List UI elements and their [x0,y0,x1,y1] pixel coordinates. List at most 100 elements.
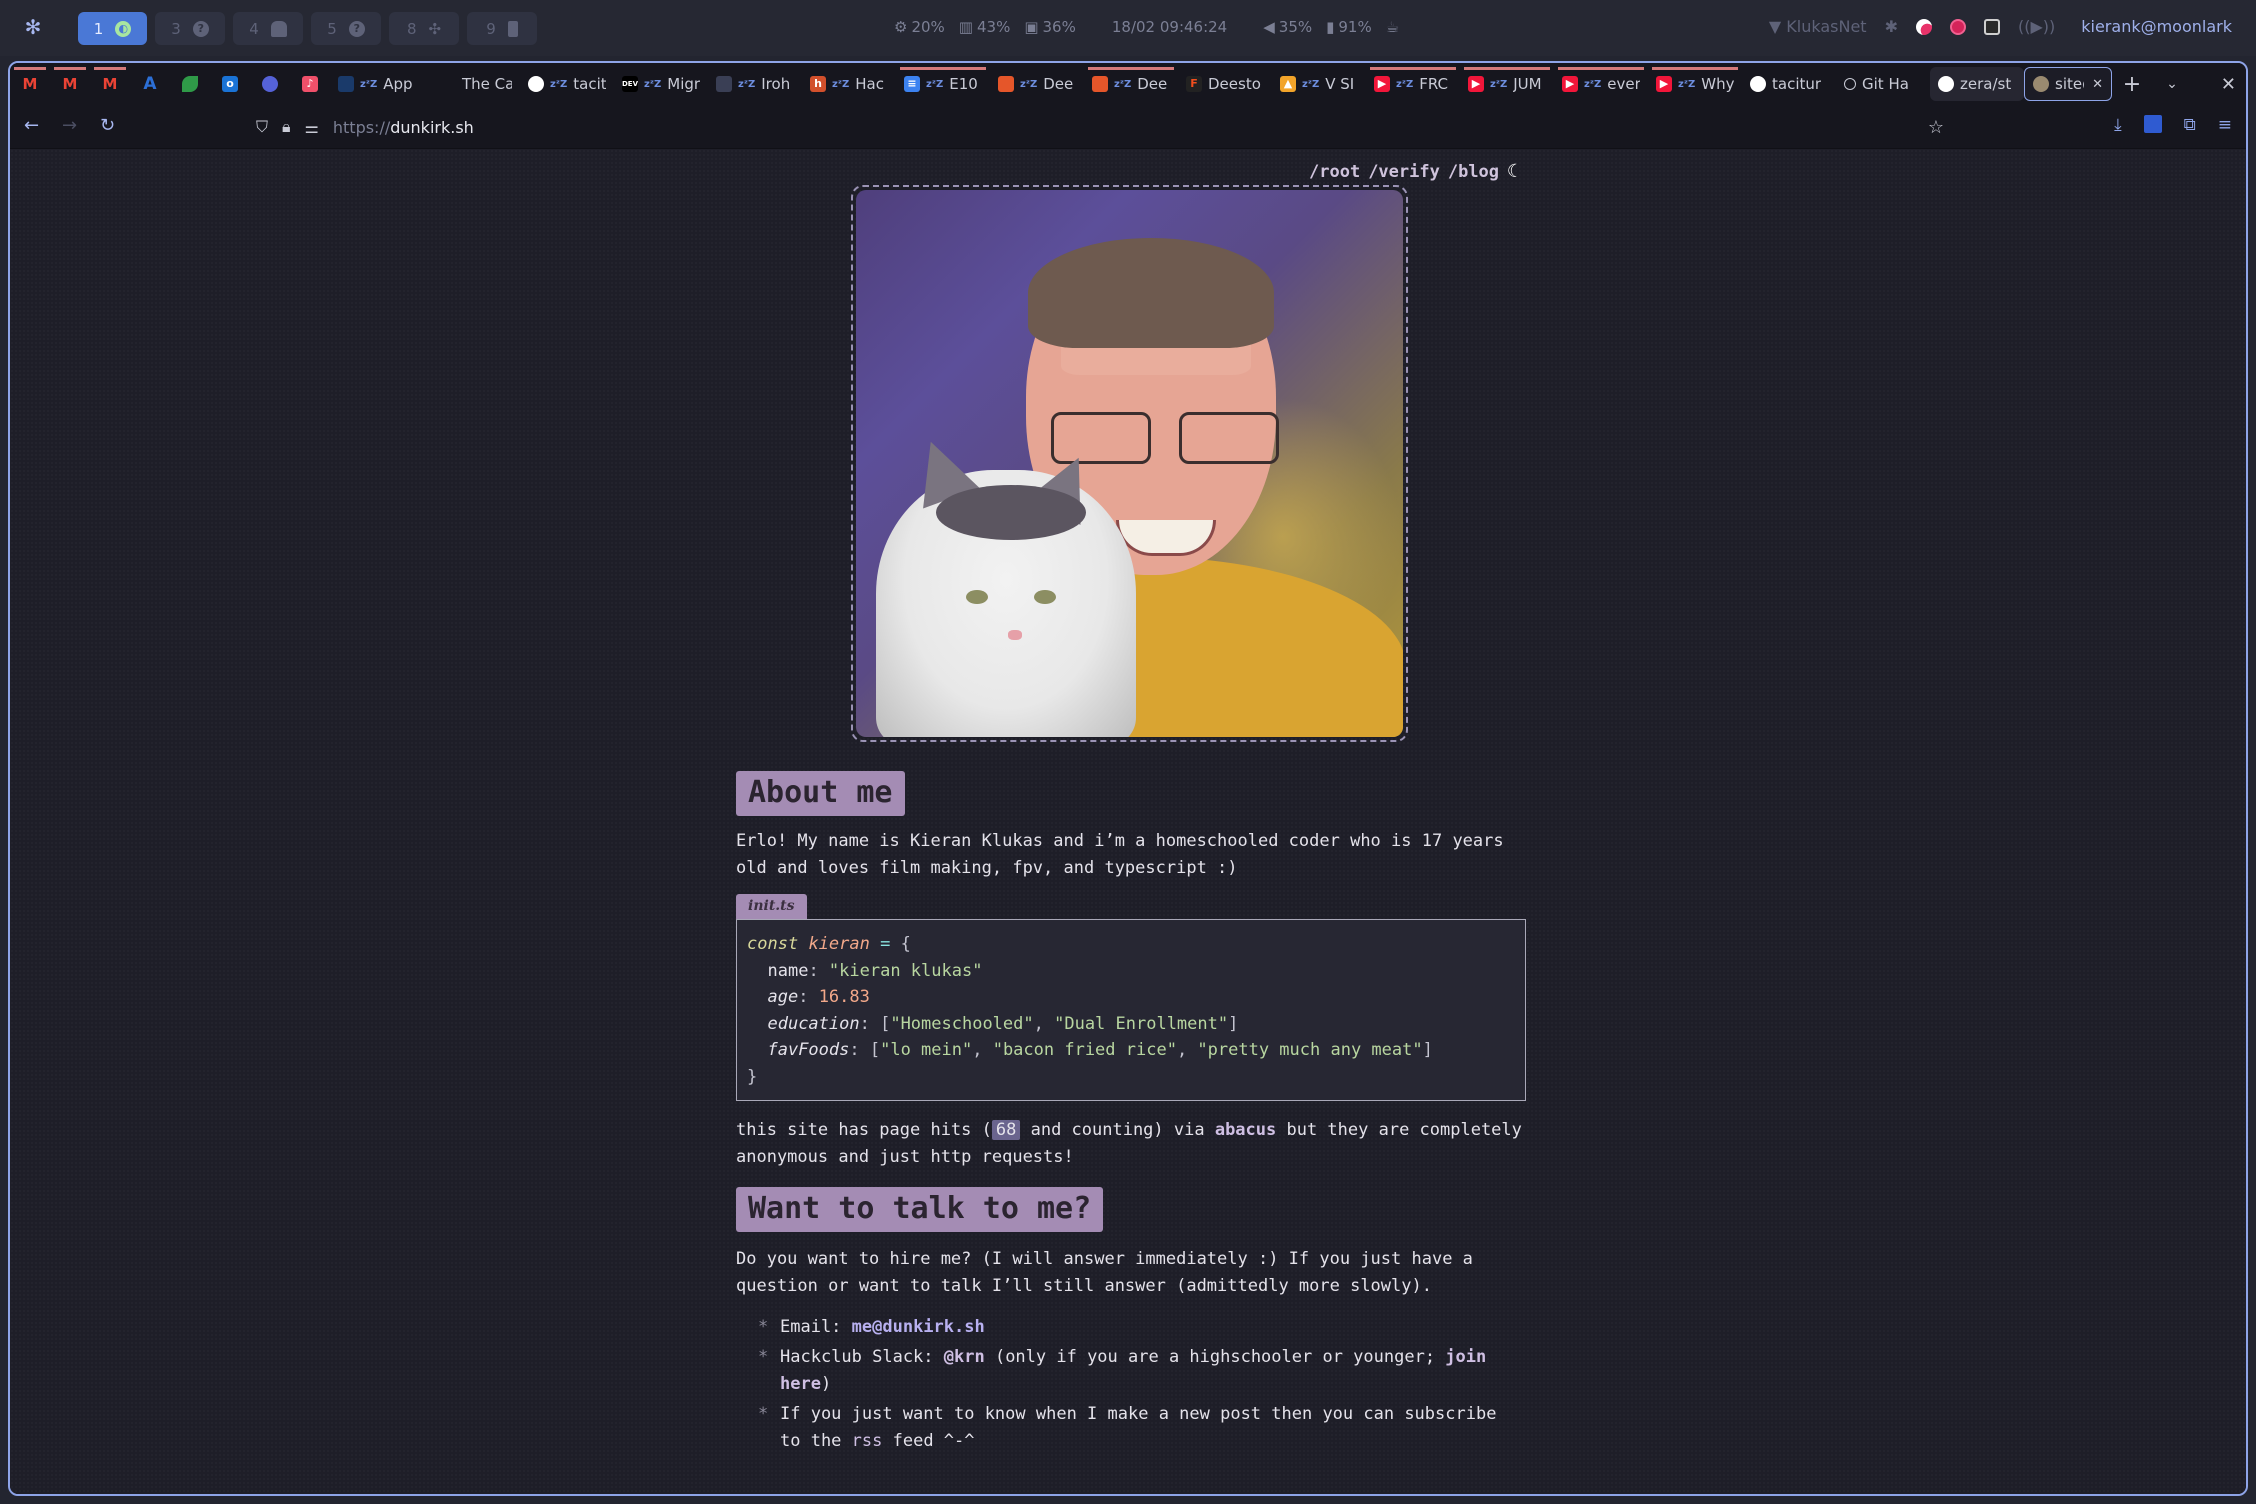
new-tab-button[interactable]: + [2112,72,2152,97]
tab[interactable]: DEV zᶻZ Migr [614,67,708,101]
lock-icon[interactable]: 🔒︎ [282,117,291,137]
leaf-icon [182,76,198,92]
tab[interactable]: zᶻZ Iroh [708,67,802,101]
youtube-icon: ▶ [1562,76,1578,92]
extensions-puzzle-icon[interactable]: ⧉ [2184,115,2196,135]
tab[interactable]: ▶ zᶻZ FRC [1366,67,1460,101]
downloads-icon[interactable]: ⤓ [2114,115,2122,135]
toolbar-right: ⤓ ⧉ ≡ [2114,115,2232,135]
sleeping-icon: zᶻZ [1490,78,1508,90]
tab[interactable]: zᶻZ Dee [1084,67,1178,101]
tab[interactable]: tacitur [1742,67,1836,101]
list-all-tabs-chevron-down-icon[interactable]: ⌄ [2152,76,2192,92]
back-button[interactable]: ← [24,115,39,136]
volume-icon[interactable]: ◀ [1263,18,1275,36]
h-icon: h [810,76,826,92]
bluetooth-icon[interactable]: ✱ [1885,17,1898,36]
menu-hamburger-icon[interactable]: ≡ [2218,115,2232,135]
sleeping-icon: zᶻZ [644,78,662,90]
memory-usage: 43% [976,18,1011,36]
theme-toggle-moon-icon[interactable]: ☾ [1507,161,1518,182]
tab[interactable]: Git Ha [1836,67,1930,101]
tab-pinned-a[interactable]: A [130,67,170,101]
tab-bar: M M M A o ♪ zᶻZ App The Ca zᶻZ tacit DEV zᶻ… [10,63,2246,105]
circle-app-icon: ◐ [115,20,132,37]
tab[interactable]: F Deesto [1178,67,1272,101]
cpu-icon: ⚙ [894,18,908,36]
list-item-email: * Email: me@dunkirk.sh [736,1314,1526,1341]
bitwarden-icon[interactable] [2143,115,2162,133]
tab[interactable]: ≡ zᶻZ E10 [896,67,990,101]
slack-handle-link[interactable]: @krn [944,1347,985,1367]
battery-level: 91% [1338,18,1372,36]
tab[interactable]: zᶻZ Dee [990,67,1084,101]
sleeping-icon: zᶻZ [1584,78,1602,90]
phone-icon [507,20,518,37]
tab-gmail-1[interactable]: M [10,67,50,101]
tab[interactable]: ▲ zᶻZ V SI [1272,67,1366,101]
app-icon [262,76,278,92]
workspace-5[interactable]: 5? [311,12,381,45]
close-tab-icon[interactable]: ✕ [2092,77,2103,92]
tab-pinned-leaf[interactable] [170,67,210,101]
tab-pinned-music[interactable]: ♪ [290,67,330,101]
tab[interactable]: zᶻZ tacit [520,67,614,101]
coffee-icon[interactable]: ☕ [1386,18,1399,36]
broadcast-tray-icon[interactable] [1983,18,2000,35]
tab-pinned-outlook[interactable]: o [210,67,250,101]
site-nav: /root /verify /blog ☾ [1309,161,1518,182]
user-host: kierank@moonlark [2081,17,2232,36]
reload-button[interactable]: ↻ [100,115,115,136]
nav-root-link[interactable]: /root [1309,162,1360,182]
volume-level[interactable]: 35% [1279,18,1312,36]
navigation-toolbar: ← → ↻ ⛉ 🔒︎ ⚌ https://dunkirk.sh ☆ ⤓ ⧉ ≡ [10,105,2246,149]
sleeping-icon: zᶻZ [738,78,756,90]
launcher-gear-icon[interactable]: ✻ [22,16,44,38]
system-stats: ⚙ 20% ▥ 43% ▣ 36% 18/02 09:46:24 ◀ 35% ▮ 91% … [894,18,1399,36]
tab[interactable]: ▶ zᶻZ JUM [1460,67,1554,101]
workspace-9[interactable]: 9 [467,12,537,45]
nav-verify-link[interactable]: /verify [1368,162,1440,182]
workspace-3[interactable]: 3? [155,12,225,45]
bookmark-star-icon[interactable]: ☆ [1928,117,1944,138]
abacus-link[interactable]: abacus [1215,1120,1276,1140]
tab-pinned-app[interactable] [250,67,290,101]
tab[interactable]: ▶ zᶻZ ever [1554,67,1648,101]
rss-link[interactable]: rss [852,1431,883,1451]
workspace-4[interactable]: 4 [233,12,303,45]
tab[interactable]: zera/st [1930,67,2024,101]
tab[interactable]: zᶻZ App [330,67,440,101]
workspace-8[interactable]: 8 ✣ [389,12,459,45]
permissions-sliders-icon[interactable]: ⚌ [305,118,319,137]
tab[interactable]: ▶ zᶻZ Why [1648,67,1742,101]
media-icon[interactable]: ((▶)) [2018,17,2055,36]
url-text[interactable]: https://dunkirk.sh [333,118,474,137]
tab-gmail-3[interactable]: M [90,67,130,101]
shield-icon[interactable]: ⛉ [256,117,268,137]
clock[interactable]: 18/02 09:46:24 [1112,18,1227,36]
tab[interactable]: h zᶻZ Hac [802,67,896,101]
tab-gmail-2[interactable]: M [50,67,90,101]
wifi-icon: ▼ [1768,17,1782,36]
disk-icon: ▣ [1024,18,1039,36]
network-status[interactable]: ▼ KlukasNet [1769,17,1867,36]
url-bar[interactable]: ⛉ 🔒︎ ⚌ https://dunkirk.sh ☆ [246,110,1956,144]
close-window-icon[interactable]: ✕ [2221,74,2236,95]
bullet: * [758,1404,769,1424]
nav-blog-link[interactable]: /blog [1448,162,1499,182]
workspace-switcher: 1 ◐ 3? 4 5? 8 ✣ 9 [78,12,537,45]
tab-current[interactable]: site@✕ [2024,67,2112,101]
bullet: * [758,1347,769,1367]
photo-cat-eye [966,590,988,604]
deepnote-icon [1092,76,1108,92]
page-content: /root /verify /blog ☾ About me Erlo! My … [10,149,2246,1494]
photo-cat-eye [1034,590,1056,604]
github-icon [1750,76,1766,92]
slack-tray-icon[interactable] [1915,18,1932,35]
music-player-tray-icon[interactable] [1949,18,1966,35]
email-link[interactable]: me@dunkirk.sh [852,1317,985,1337]
photo-hair [1028,238,1274,348]
workspace-1[interactable]: 1 ◐ [78,12,147,45]
tab[interactable]: The Ca [440,67,520,101]
forward-button[interactable]: → [62,115,77,136]
